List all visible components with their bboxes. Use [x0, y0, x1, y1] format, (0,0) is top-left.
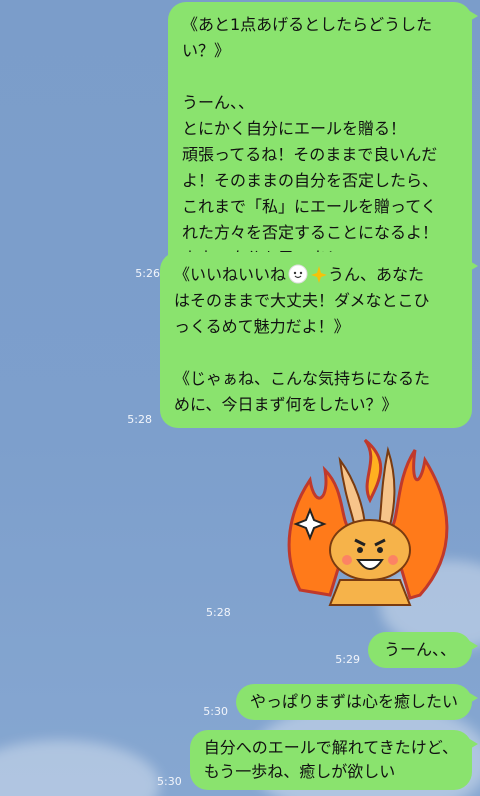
message-row: 5:29 うーん、、 — [335, 632, 479, 668]
message-time: 5:28 — [206, 606, 231, 619]
message-row: 5:26 《あと1点あげるとしたらどうした い？》 うーん、、 とにかく自分にエ… — [135, 2, 478, 282]
message-row: 5:30 やっぱりまずは心を癒したい — [203, 684, 479, 720]
message-bubble[interactable]: やっぱりまずは心を癒したい — [235, 684, 479, 720]
smile-emoji-icon — [288, 264, 308, 284]
message-time: 5:30 — [203, 705, 228, 718]
message-bubble[interactable]: 《いいねいいね うん、あなた はそのままで大丈夫！ダメなとこひ っくるめて魅力だよ… — [160, 252, 478, 428]
rabbit-fire-sticker[interactable] — [270, 420, 468, 616]
sparkle-emoji-icon — [310, 264, 328, 284]
message-time: 5:29 — [335, 653, 360, 666]
message-text: 《いいねいいね — [174, 265, 287, 284]
message-row: 5:28 《いいねいいね うん、あなた はそのままで大丈夫！ダメなとこひ っくるめ… — [127, 252, 478, 428]
message-time: 5:30 — [157, 775, 182, 788]
message-bubble[interactable]: 自分へのエールで解れてきたけど、 もう一歩ね、癒しが欲しい — [189, 730, 479, 790]
message-time: 5:28 — [127, 413, 152, 426]
message-bubble[interactable]: うーん、、 — [367, 632, 479, 668]
message-row: 5:30 自分へのエールで解れてきたけど、 もう一歩ね、癒しが欲しい — [157, 730, 479, 790]
message-text: うん、あなた はそのままで大丈夫！ダメなとこひ っくるめて魅力だよ！》 《じゃぁ… — [174, 265, 431, 414]
chat-area: 5:26 《あと1点あげるとしたらどうした い？》 うーん、、 とにかく自分にエ… — [0, 0, 480, 796]
message-bubble[interactable]: 《あと1点あげるとしたらどうした い？》 うーん、、 とにかく自分にエールを贈る… — [168, 2, 478, 282]
